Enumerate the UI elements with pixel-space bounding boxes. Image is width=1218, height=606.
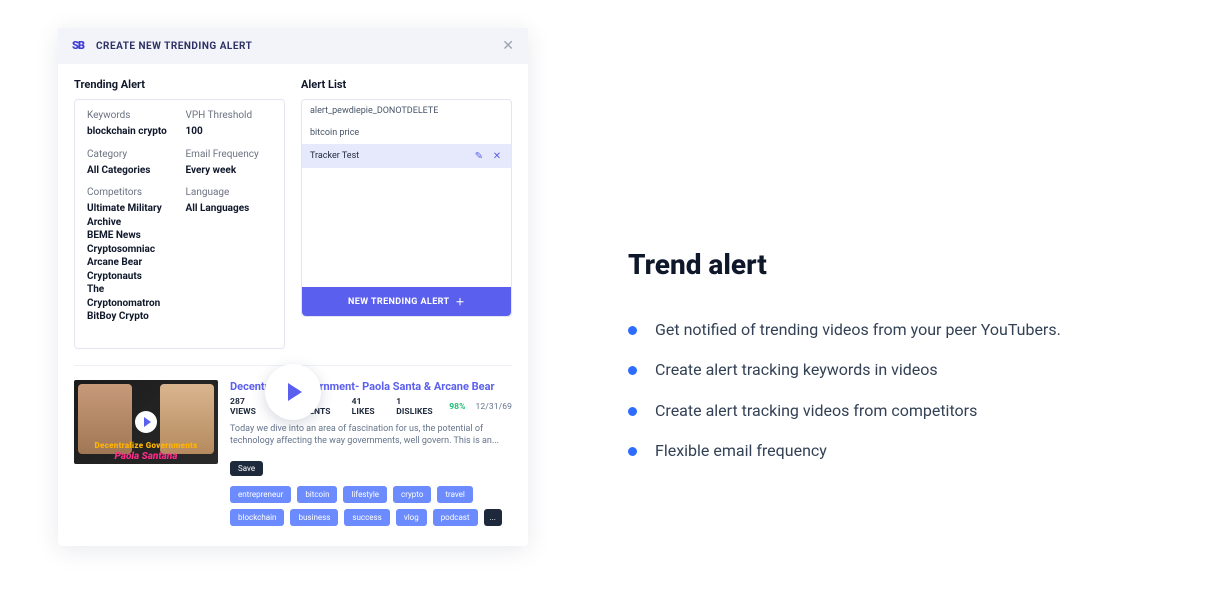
close-icon[interactable]: ✕ [502,38,514,54]
list-item[interactable]: bitcoin price [302,122,511,144]
app-logo: SB [72,39,88,53]
more-tags-button[interactable]: ... [484,509,502,526]
competitors-field[interactable]: Competitors Ultimate Military Archive BE… [87,187,174,324]
plus-icon: ＋ [456,295,465,308]
tag[interactable]: lifestyle [343,486,387,503]
tag[interactable]: business [290,509,338,526]
marketing-copy: Trend alert Get notified of trending vid… [628,248,1148,481]
feature-item: Flexible email frequency [628,440,1148,462]
email-freq-field[interactable]: Email Frequency Every week [186,149,273,178]
bullet-icon [628,366,637,375]
language-value: All Languages [186,202,273,216]
trending-alert-column: Trending Alert Keywords blockchain crypt… [74,78,285,349]
keywords-label: Keywords [87,110,174,121]
tag[interactable]: vlog [396,509,427,526]
dislikes-count: 1 DISLIKES [396,397,439,417]
list-item[interactable]: alert_pewdiepie_DONOTDELETE [302,100,511,122]
play-icon [288,383,302,401]
dialog-title: CREATE NEW TRENDING ALERT [96,41,252,52]
save-button[interactable]: Save [230,461,263,476]
new-trending-alert-button[interactable]: NEW TRENDING ALERT ＋ [302,287,511,316]
page-title: Trend alert [628,248,1148,281]
tag[interactable]: blockchain [230,509,284,526]
video-date: 12/31/69 [476,402,512,412]
alert-list: alert_pewdiepie_DONOTDELETE bitcoin pric… [301,99,512,317]
feature-item: Create alert tracking videos from compet… [628,400,1148,422]
feature-text: Flexible email frequency [655,440,827,462]
trending-alert-heading: Trending Alert [74,78,285,91]
feature-item: Create alert tracking keywords in videos [628,359,1148,381]
category-field[interactable]: Category All Categories [87,149,174,178]
tag[interactable]: bitcoin [297,486,337,503]
vph-field[interactable]: VPH Threshold 100 [186,110,273,139]
category-label: Category [87,149,174,160]
feature-text: Create alert tracking videos from compet… [655,400,977,422]
list-item-selected[interactable]: Tracker Test ✎ ✕ [302,144,511,168]
keywords-value: blockchain crypto [87,125,174,139]
thumb-caption: Decentralize Governments [74,441,218,450]
alert-form: Keywords blockchain crypto VPH Threshold… [74,99,285,349]
feature-text: Get notified of trending videos from you… [655,319,1061,341]
keywords-field[interactable]: Keywords blockchain crypto [87,110,174,139]
list-item-label: Tracker Test [310,151,359,161]
video-thumbnail[interactable]: Decentralize Governments Paola Santana [74,380,218,464]
feature-text: Create alert tracking keywords in videos [655,359,938,381]
likes-count: 41 LIKES [352,397,387,417]
dialog-header: SB CREATE NEW TRENDING ALERT ✕ [58,28,528,64]
alert-list-column: Alert List alert_pewdiepie_DONOTDELETE b… [301,78,512,349]
tag[interactable]: entrepreneur [230,486,291,503]
email-freq-value: Every week [186,164,273,178]
video-tags: entrepreneur bitcoin lifestyle crypto tr… [230,486,512,526]
tag[interactable]: podcast [433,509,478,526]
competitors-label: Competitors [87,187,174,198]
delete-icon[interactable]: ✕ [491,150,503,162]
vph-value: 100 [186,125,273,139]
new-alert-label: NEW TRENDING ALERT [348,297,450,307]
like-ratio: 98% [449,402,465,412]
video-description: Today we dive into an area of fascinatio… [230,423,512,448]
vph-label: VPH Threshold [186,110,273,121]
tag[interactable]: success [344,509,389,526]
bullet-icon [628,447,637,456]
dialog-body: Trending Alert Keywords blockchain crypt… [58,64,528,365]
language-label: Language [186,187,273,198]
category-value: All Categories [87,164,174,178]
alert-list-heading: Alert List [301,78,512,91]
bullet-icon [628,407,637,416]
edit-icon[interactable]: ✎ [473,150,485,162]
language-field[interactable]: Language All Languages [186,187,273,324]
feature-item: Get notified of trending videos from you… [628,319,1148,341]
bullet-icon [628,326,637,335]
play-overlay-button[interactable] [265,364,321,420]
trending-alert-dialog: SB CREATE NEW TRENDING ALERT ✕ Trending … [58,28,528,546]
tag[interactable]: travel [437,486,472,503]
thumb-name: Paola Santana [74,451,218,462]
competitors-value: Ultimate Military Archive BEME News Cryp… [87,202,174,324]
tag[interactable]: crypto [393,486,431,503]
play-icon [135,411,157,433]
email-freq-label: Email Frequency [186,149,273,160]
